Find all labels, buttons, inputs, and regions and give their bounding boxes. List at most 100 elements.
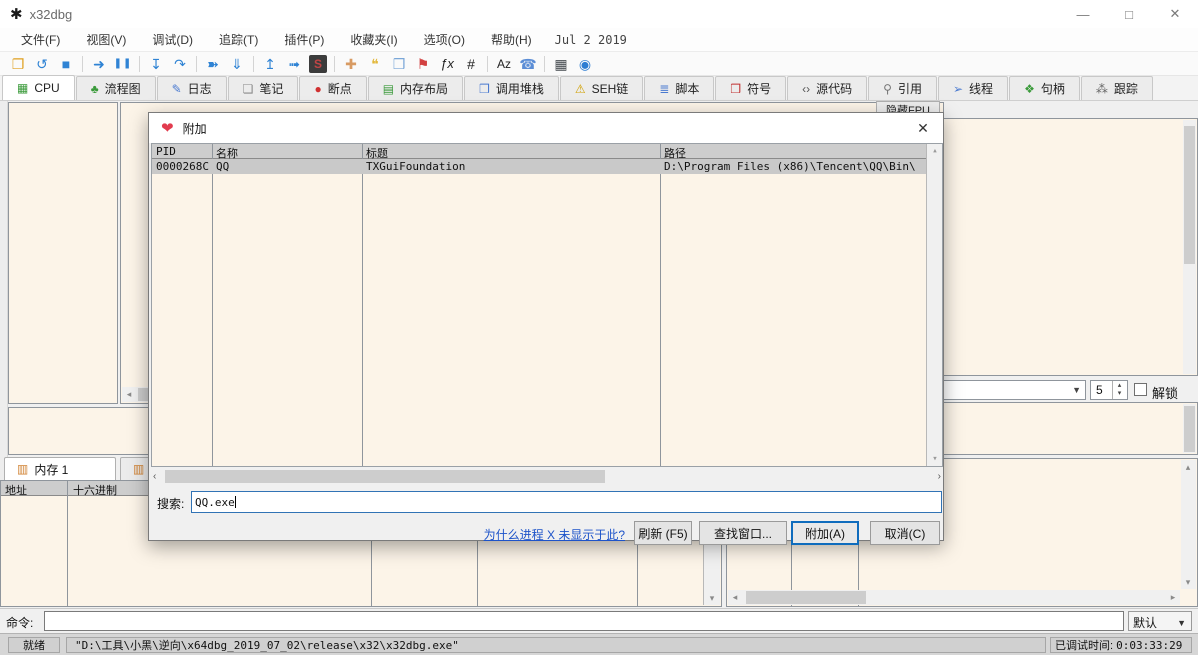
scylla-icon[interactable]: S: [309, 55, 327, 73]
comment-icon[interactable]: ❝: [363, 54, 387, 74]
scroll-left-icon[interactable]: ◂: [122, 387, 136, 401]
tab-seh[interactable]: ⚠SEH链: [560, 76, 643, 100]
calculator-icon[interactable]: ▦: [549, 54, 573, 74]
scroll-up-icon[interactable]: ▴: [1181, 460, 1195, 474]
command-input[interactable]: [44, 611, 1124, 631]
run-icon[interactable]: ➜: [87, 54, 111, 74]
tab-handles[interactable]: ❖句柄: [1009, 76, 1080, 100]
title-bar: ✱ x32dbg — □ ✕: [0, 0, 1198, 28]
menu-options[interactable]: 选项(O): [411, 28, 478, 51]
vertical-scrollbar[interactable]: [1183, 120, 1196, 374]
menu-debug[interactable]: 调试(D): [139, 28, 206, 51]
notes-icon: ❏: [243, 82, 254, 96]
unlock-label: 解锁: [1152, 383, 1178, 402]
memory-tab-1[interactable]: ▥ 内存 1: [4, 457, 116, 480]
stop-icon[interactable]: ■: [54, 54, 78, 74]
process-row-selected[interactable]: 0000268C QQ TXGuiFoundation D:\Program F…: [152, 159, 926, 174]
label-icon[interactable]: ❒: [387, 54, 411, 74]
text-caret: [235, 496, 236, 508]
find-window-button[interactable]: 查找窗口...: [699, 521, 787, 545]
toolbar-separator: [253, 56, 254, 72]
scroll-down-icon[interactable]: ▾: [928, 452, 942, 466]
scroll-right-icon[interactable]: ›: [938, 471, 941, 482]
horizontal-scrollbar[interactable]: ◂ ▸: [728, 590, 1180, 605]
references-icon: ⚲: [883, 82, 892, 96]
menu-view[interactable]: 视图(V): [73, 28, 139, 51]
horizontal-scrollbar[interactable]: ‹ ›: [151, 469, 943, 484]
column-pid[interactable]: PID: [156, 145, 210, 158]
scroll-left-icon[interactable]: ◂: [728, 590, 742, 604]
scroll-down-icon[interactable]: ▾: [705, 591, 719, 605]
run-to-user-code-icon[interactable]: ➟: [282, 54, 306, 74]
tab-threads[interactable]: ➢线程: [938, 76, 1008, 100]
window-title: x32dbg: [30, 7, 73, 22]
patch-icon[interactable]: ✚: [339, 54, 363, 74]
phone-icon[interactable]: ☎: [516, 54, 540, 74]
why-not-shown-link[interactable]: 为什么进程 X 未显示于此?: [484, 526, 625, 543]
status-module-path: "D:\工具\小黑\逆向\x64dbg_2019_07_02\release\x…: [66, 637, 1046, 653]
search-input[interactable]: QQ.exe: [191, 491, 942, 513]
maximize-button[interactable]: □: [1106, 0, 1152, 28]
tab-label: 符号: [747, 80, 771, 97]
tab-source[interactable]: ‹›源代码: [787, 76, 867, 100]
chevron-down-icon: ▼: [1177, 618, 1186, 628]
status-debug-time: 已调试时间: 0:03:33:29: [1050, 637, 1192, 653]
cancel-button[interactable]: 取消(C): [870, 521, 940, 545]
run-to-cursor-icon[interactable]: ➽: [201, 54, 225, 74]
restart-icon[interactable]: ↺: [30, 54, 54, 74]
scroll-right-icon[interactable]: ▸: [1166, 590, 1180, 604]
menu-favourites[interactable]: 收藏夹(I): [337, 28, 410, 51]
vertical-scrollbar[interactable]: [1183, 404, 1196, 453]
menu-help[interactable]: 帮助(H): [478, 28, 545, 51]
step-over-icon[interactable]: ↷: [168, 54, 192, 74]
command-profile-combo[interactable]: 默认 ▼: [1128, 611, 1192, 631]
menu-plugins[interactable]: 插件(P): [271, 28, 337, 51]
tab-graph[interactable]: ♣流程图: [76, 76, 156, 100]
tab-call-stack[interactable]: ❒调用堆栈: [464, 76, 559, 100]
pause-icon[interactable]: ❚❚: [111, 54, 135, 74]
column-hex[interactable]: 十六进制: [73, 482, 117, 498]
tab-notes[interactable]: ❏笔记: [228, 76, 299, 100]
execute-till-return-icon[interactable]: ⇓: [225, 54, 249, 74]
spinner-arrows-icon[interactable]: ▴▾: [1112, 381, 1126, 399]
close-button[interactable]: ✕: [1152, 0, 1198, 28]
tab-cpu[interactable]: ▦CPU: [2, 75, 75, 100]
tab-trace[interactable]: ⁂跟踪: [1081, 76, 1153, 100]
scroll-up-icon[interactable]: ▴: [928, 144, 942, 158]
step-into-icon[interactable]: ↧: [144, 54, 168, 74]
column-address[interactable]: 地址: [5, 482, 27, 498]
refresh-button[interactable]: 刷新 (F5): [634, 521, 692, 545]
handles-icon: ❖: [1024, 82, 1035, 96]
tab-memory-map[interactable]: ▤内存布局: [368, 76, 463, 100]
scroll-left-icon[interactable]: ‹: [153, 471, 156, 482]
tab-references[interactable]: ⚲引用: [868, 76, 937, 100]
hash-icon[interactable]: #: [459, 54, 483, 74]
view-tab-bar: ▦CPU ♣流程图 ✎日志 ❏笔记 ●断点 ▤内存布局 ❒调用堆栈 ⚠SEH链 …: [0, 76, 1198, 101]
process-table[interactable]: PID 名称 标题 路径 0000268C QQ TXGuiFoundation…: [151, 143, 943, 467]
open-folder-icon[interactable]: ❐: [6, 54, 30, 74]
unlock-checkbox[interactable]: [1134, 383, 1147, 396]
depth-spinner[interactable]: 5 ▴▾: [1090, 380, 1128, 400]
menu-trace[interactable]: 追踪(T): [206, 28, 271, 51]
build-date: Jul 2 2019: [545, 30, 637, 50]
dialog-close-button[interactable]: ✕: [903, 113, 943, 143]
vertical-scrollbar[interactable]: ▴ ▾: [926, 144, 942, 466]
tab-script[interactable]: ≣脚本: [644, 76, 714, 100]
tab-label: 断点: [328, 80, 352, 97]
globe-icon[interactable]: ◉: [573, 54, 597, 74]
strings-icon[interactable]: Az: [492, 54, 516, 74]
bookmark-icon[interactable]: ⚑: [411, 54, 435, 74]
step-out-icon[interactable]: ↥: [258, 54, 282, 74]
function-icon[interactable]: ƒx: [435, 54, 459, 74]
attach-button[interactable]: 附加(A): [791, 521, 859, 545]
memory-dump-icon: ▥: [133, 462, 144, 476]
tab-breakpoints[interactable]: ●断点: [299, 76, 366, 100]
minimize-button[interactable]: —: [1060, 0, 1106, 28]
disassembly-view[interactable]: [8, 102, 118, 404]
tab-log[interactable]: ✎日志: [157, 76, 227, 100]
tab-symbols[interactable]: ❒ 符号: [715, 76, 786, 100]
menu-file[interactable]: 文件(F): [8, 28, 73, 51]
symbols-icon: ❒: [730, 82, 741, 96]
vertical-scrollbar[interactable]: ▴ ▾: [1181, 460, 1196, 589]
scroll-down-icon[interactable]: ▾: [1181, 575, 1195, 589]
